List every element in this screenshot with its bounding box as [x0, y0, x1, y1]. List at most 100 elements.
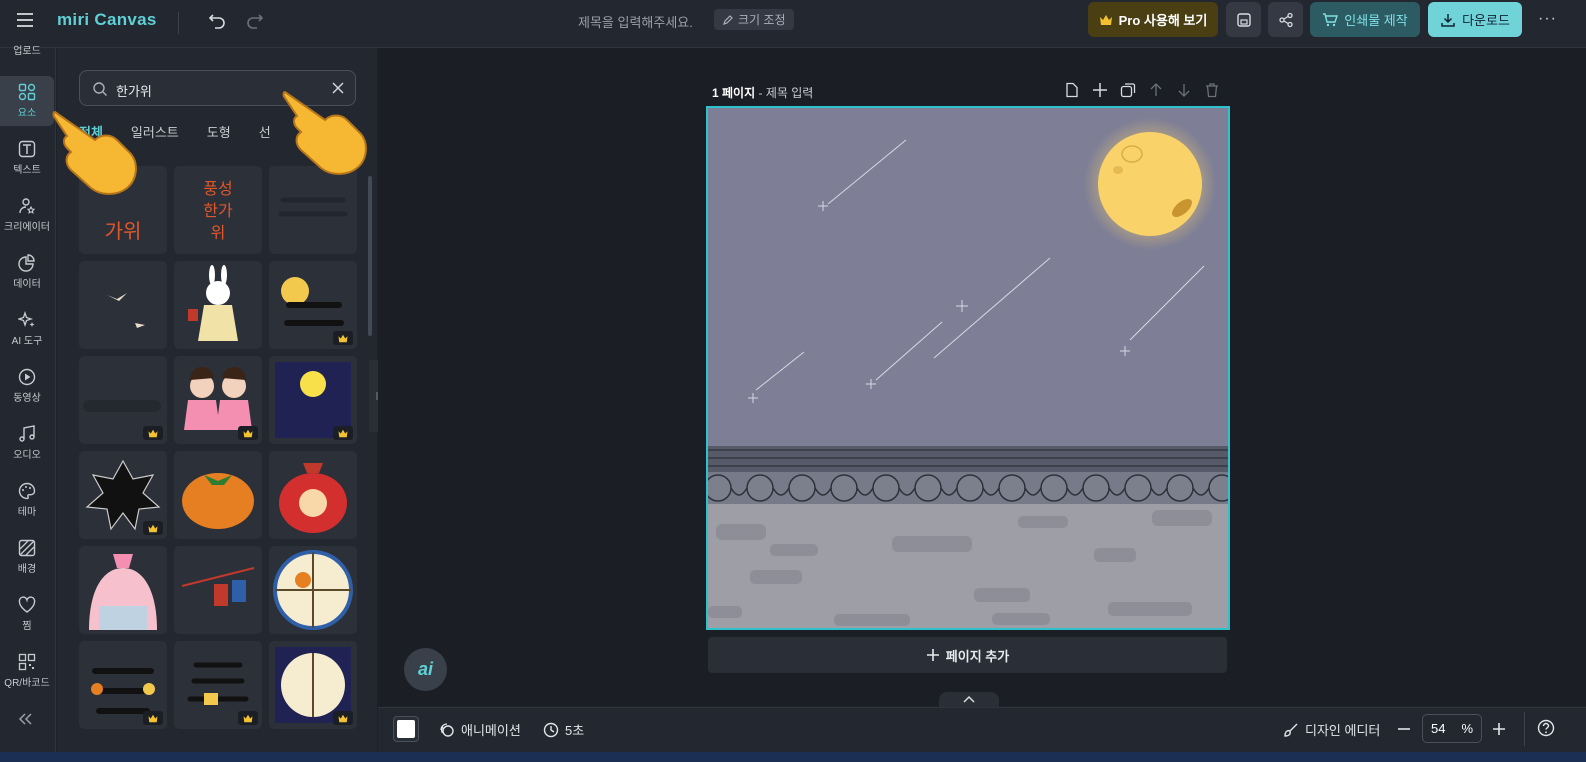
document-title-input[interactable]: 제목을 입력해주세요. [578, 12, 693, 31]
chart-icon [18, 254, 36, 272]
premium-crown-icon [143, 426, 163, 440]
nav-item-ai-tools[interactable]: AI 도구 [0, 304, 54, 354]
download-button[interactable]: 다운로드 [1428, 2, 1522, 37]
more-options-icon[interactable]: ··· [1538, 10, 1557, 28]
design-artwork [708, 108, 1228, 628]
save-icon [1236, 12, 1252, 28]
nav-item-creator[interactable]: 크리에이터 [0, 190, 54, 240]
panel-scrollbar[interactable] [368, 176, 372, 336]
app-logo[interactable]: miri Canvas [57, 10, 157, 30]
element-thumbnail[interactable] [79, 546, 167, 634]
nav-item-theme[interactable]: 테마 [0, 475, 54, 525]
share-icon [1278, 12, 1294, 28]
design-page[interactable] [706, 106, 1230, 630]
svg-text:위: 위 [211, 223, 226, 242]
undo-icon[interactable] [208, 11, 226, 29]
moon [1098, 132, 1202, 236]
element-thumbnail[interactable] [269, 546, 357, 634]
collapse-sidebar-icon[interactable] [17, 712, 33, 726]
nav-label: 텍스트 [13, 165, 41, 176]
tab-lines[interactable]: 선 [259, 122, 271, 141]
design-editor-button[interactable]: 디자인 에디터 [1283, 720, 1380, 739]
svg-text:가위: 가위 [105, 219, 142, 243]
menu-icon[interactable] [16, 12, 34, 28]
element-thumbnail[interactable] [269, 356, 357, 444]
timer-icon [543, 722, 559, 738]
design-editor-label: 디자인 에디터 [1305, 723, 1381, 738]
nav-item-qr-barcode[interactable]: QR/바코드 [0, 646, 54, 696]
page-note-icon[interactable] [1064, 82, 1080, 98]
element-thumbnail[interactable] [174, 546, 262, 634]
creator-icon [18, 197, 36, 215]
zoom-value: 54 [1430, 721, 1446, 736]
element-thumbnail[interactable] [174, 261, 262, 349]
ai-assistant-button[interactable]: ai [404, 648, 447, 691]
element-thumbnail[interactable] [269, 641, 357, 729]
share-button[interactable] [1268, 2, 1303, 37]
help-icon[interactable] [1537, 719, 1555, 737]
nav-item-text[interactable]: 텍스트 [0, 133, 54, 183]
element-thumbnail[interactable] [174, 451, 262, 539]
zoom-out-icon[interactable] [1396, 721, 1412, 737]
search-input[interactable]: 한가위 [116, 81, 152, 100]
zoom-input[interactable]: 54 % [1422, 714, 1482, 743]
pencil-icon [722, 14, 734, 26]
element-thumbnail[interactable] [79, 641, 167, 729]
nav-label: 요소 [17, 108, 37, 119]
nav-label: 동영상 [13, 393, 41, 404]
nav-item-video[interactable]: 동영상 [0, 361, 54, 411]
element-thumbnail[interactable] [79, 261, 167, 349]
sparkle-icon [18, 311, 36, 329]
nav-item-audio[interactable]: 오디오 [0, 418, 54, 468]
pro-trial-button[interactable]: Pro 사용해 보기 [1088, 2, 1218, 37]
nav-item-upload[interactable]: 업로드 [0, 34, 54, 64]
nav-item-background[interactable]: 배경 [0, 532, 54, 582]
element-thumbnail[interactable] [79, 356, 167, 444]
expand-pages-tab[interactable] [939, 692, 999, 708]
zoom-in-icon[interactable] [1491, 721, 1507, 737]
page-number: 1 페이지 [712, 86, 756, 100]
tab-shapes[interactable]: 도형 [207, 122, 231, 141]
print-order-button[interactable]: 인쇄물 제작 [1310, 2, 1420, 37]
animation-button[interactable]: 애니메이션 [439, 720, 521, 739]
element-thumbnail[interactable] [269, 451, 357, 539]
delete-page-icon[interactable] [1204, 82, 1220, 98]
crown-icon [1099, 14, 1113, 26]
nav-label: AI 도구 [11, 336, 43, 347]
element-thumbnail[interactable]: 풍성 한가 위 [174, 166, 262, 254]
premium-crown-icon [238, 711, 258, 725]
page-toolbar [1064, 82, 1220, 98]
add-page-button[interactable]: 페이지 추가 [708, 637, 1227, 673]
music-icon [18, 425, 36, 443]
brush-icon [1283, 722, 1299, 738]
move-page-up-icon[interactable] [1148, 82, 1164, 98]
search-icon [92, 81, 108, 97]
element-thumbnail[interactable] [269, 261, 357, 349]
duplicate-page-icon[interactable] [1120, 82, 1136, 98]
save-button[interactable] [1226, 2, 1261, 37]
os-taskbar [0, 752, 1586, 762]
top-bar: miri Canvas 제목을 입력해주세요. 크기 조정 Pro 사용해 보기… [0, 0, 1586, 48]
cart-icon [1322, 12, 1339, 28]
qr-icon [18, 653, 36, 671]
duration-button[interactable]: 5초 [543, 720, 584, 739]
nav-item-favorites[interactable]: 찜 [0, 589, 54, 639]
element-thumbnail[interactable] [174, 356, 262, 444]
nav-label: 오디오 [13, 450, 41, 461]
nav-label: QR/바코드 [4, 678, 50, 689]
move-page-down-icon[interactable] [1176, 82, 1192, 98]
nav-item-elements[interactable]: 요소 [0, 76, 54, 126]
divider [1524, 712, 1525, 746]
pro-label: Pro 사용해 보기 [1118, 13, 1208, 28]
redo-icon[interactable] [246, 11, 264, 29]
element-thumbnail[interactable] [79, 451, 167, 539]
background-color-swatch[interactable] [393, 716, 419, 742]
nav-item-data[interactable]: 데이터 [0, 247, 54, 297]
element-thumbnail[interactable] [174, 641, 262, 729]
add-page-icon[interactable] [1092, 82, 1108, 98]
pointing-hand-icon [277, 80, 377, 180]
page-title-input[interactable]: - 제목 입력 [758, 86, 813, 100]
premium-crown-icon [333, 331, 353, 345]
resize-button[interactable]: 크기 조정 [714, 9, 794, 30]
nav-label: 찜 [22, 621, 32, 632]
